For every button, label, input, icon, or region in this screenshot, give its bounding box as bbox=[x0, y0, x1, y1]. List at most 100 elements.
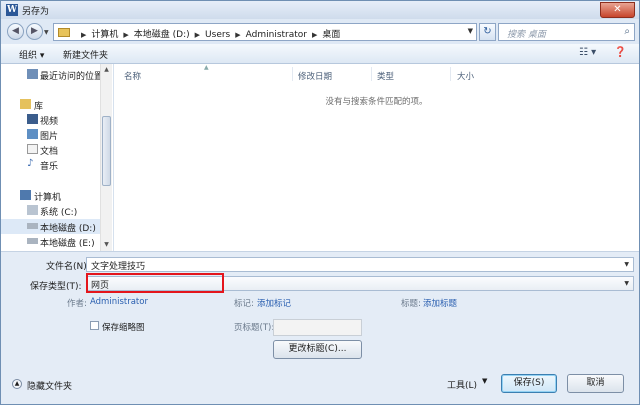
add-tags-link[interactable]: 添加标记 bbox=[257, 297, 291, 309]
filename-dropdown-icon[interactable]: ▼ bbox=[624, 261, 629, 268]
nav-item-label: 音乐 bbox=[40, 162, 59, 172]
nav-item-label: 文档 bbox=[40, 147, 59, 157]
navigation-row: ◀ ▶ ▼ ▶ 计算机 ▶ 本地磁盘 (D:) ▶ Users ▶ Administrator… bbox=[1, 19, 639, 44]
empty-message: 没有与搜索条件匹配的项。 bbox=[325, 97, 428, 107]
breadcrumb: ▶ 计算机 ▶ 本地磁盘 (D:) ▶ Users ▶ Administrator ▶ 桌面 bbox=[76, 27, 340, 40]
nav-item-recent[interactable]: 最近访问的位置 bbox=[1, 67, 104, 82]
save-as-dialog: W 另存为 ✕ ◀ ▶ ▼ ▶ 计算机 ▶ 本地磁盘 (D:) ▶ Users ▶ Admin… bbox=[0, 0, 640, 405]
file-list: ▲ 名称 修改日期 类型 大小 没有与搜索条件匹配的项。 bbox=[114, 64, 639, 251]
breadcrumb-desktop[interactable]: 桌面 bbox=[322, 30, 340, 40]
breadcrumb-separator-icon: ▶ bbox=[81, 31, 87, 39]
breadcrumb-drive-d[interactable]: 本地磁盘 (D:) bbox=[134, 30, 190, 40]
nav-scrollbar[interactable]: ▲ ▼ bbox=[100, 64, 112, 251]
help-icon[interactable]: ❓ bbox=[614, 47, 626, 58]
drive-icon bbox=[27, 223, 38, 229]
documents-icon bbox=[27, 144, 38, 154]
red-highlight-box bbox=[86, 273, 224, 293]
window-title: 另存为 bbox=[22, 7, 50, 17]
nav-item-label: 图片 bbox=[40, 132, 59, 142]
forward-arrow-icon: ▶ bbox=[31, 26, 38, 36]
filename-input[interactable]: 文字处理技巧 ▼ bbox=[86, 257, 634, 272]
back-button[interactable]: ◀ bbox=[7, 23, 24, 40]
command-toolbar: 组织 ▾ 新建文件夹 ☷ ▾ ❓ bbox=[1, 44, 639, 64]
nav-item-label: 本地磁盘 (E:) bbox=[40, 239, 95, 249]
filetype-dropdown-icon[interactable]: ▼ bbox=[624, 280, 629, 287]
address-dropdown-icon[interactable]: ▼ bbox=[468, 27, 473, 35]
search-placeholder: 搜索 桌面 bbox=[507, 30, 546, 40]
breadcrumb-administrator[interactable]: Administrator bbox=[246, 30, 307, 40]
column-divider bbox=[292, 67, 293, 81]
video-icon bbox=[27, 114, 38, 124]
column-header-type[interactable]: 类型 bbox=[377, 70, 394, 82]
filetype-label: 保存类型(T): bbox=[30, 282, 82, 292]
system-drive-icon bbox=[27, 205, 38, 215]
nav-item-documents[interactable]: 文档 bbox=[1, 142, 100, 157]
nav-item-music[interactable]: ♪ 音乐 bbox=[1, 157, 100, 173]
nav-item-label: 计算机 bbox=[34, 193, 62, 203]
nav-item-label: 视频 bbox=[40, 117, 59, 127]
nav-item-label: 库 bbox=[34, 102, 44, 112]
tools-dropdown-icon[interactable]: ▼ bbox=[482, 377, 487, 385]
refresh-button[interactable]: ↻ bbox=[479, 23, 496, 41]
word-app-icon: W bbox=[6, 4, 18, 16]
breadcrumb-separator-icon: ▶ bbox=[194, 31, 201, 39]
nav-item-library[interactable]: 库 bbox=[1, 97, 100, 112]
breadcrumb-separator-icon: ▶ bbox=[123, 31, 129, 39]
close-button[interactable]: ✕ bbox=[600, 2, 635, 18]
view-options-icon[interactable]: ☷ ▾ bbox=[579, 47, 596, 58]
nav-item-drive-c[interactable]: 系统 (C:) bbox=[1, 203, 100, 218]
hide-folders-label: 隐藏文件夹 bbox=[27, 382, 73, 392]
library-icon bbox=[20, 99, 31, 109]
nav-item-label: 本地磁盘 (D:) bbox=[40, 224, 96, 234]
breadcrumb-separator-icon: ▶ bbox=[235, 31, 241, 39]
filename-label: 文件名(N): bbox=[46, 262, 90, 272]
pictures-icon bbox=[27, 129, 38, 139]
save-button[interactable]: 保存(S) bbox=[501, 374, 557, 393]
scroll-up-icon[interactable]: ▲ bbox=[101, 64, 112, 75]
breadcrumb-users[interactable]: Users bbox=[205, 30, 230, 40]
folder-icon bbox=[58, 28, 70, 37]
column-divider bbox=[371, 67, 372, 81]
forward-button[interactable]: ▶ bbox=[26, 23, 43, 40]
nav-item-pictures[interactable]: 图片 bbox=[1, 127, 100, 142]
filename-value: 文字处理技巧 bbox=[91, 262, 146, 272]
nav-item-drive-d[interactable]: 本地磁盘 (D:) bbox=[1, 219, 100, 234]
nav-item-label: 系统 (C:) bbox=[40, 208, 78, 218]
nav-item-computer[interactable]: 计算机 bbox=[1, 188, 100, 203]
change-title-button[interactable]: 更改标题(C)... bbox=[273, 340, 362, 359]
collapse-icon: ▲ bbox=[12, 379, 22, 389]
author-label: 作者: bbox=[67, 299, 87, 309]
breadcrumb-computer[interactable]: 计算机 bbox=[91, 30, 118, 40]
back-arrow-icon: ◀ bbox=[12, 26, 19, 36]
address-bar[interactable]: ▶ 计算机 ▶ 本地磁盘 (D:) ▶ Users ▶ Administrator ▶ 桌面 ▼ bbox=[53, 23, 477, 41]
search-input[interactable]: 搜索 桌面 ⌕ bbox=[498, 23, 635, 41]
recent-pages-dropdown-icon[interactable]: ▼ bbox=[44, 29, 49, 36]
nav-item-label: 最近访问的位置 bbox=[40, 72, 104, 82]
column-divider bbox=[450, 67, 451, 81]
column-header-name[interactable]: 名称 bbox=[124, 70, 141, 82]
sort-arrow-icon: ▲ bbox=[204, 64, 209, 71]
save-thumbnail-checkbox[interactable] bbox=[90, 321, 99, 330]
page-title-label: 页标题(T): bbox=[234, 323, 275, 333]
nav-item-videos[interactable]: 视频 bbox=[1, 112, 100, 127]
drive-icon bbox=[27, 238, 38, 244]
tags-label: 标记: bbox=[234, 299, 254, 309]
tools-menu[interactable]: 工具(L) bbox=[447, 378, 477, 391]
refresh-icon: ↻ bbox=[483, 26, 492, 37]
recent-places-icon bbox=[27, 69, 38, 79]
breadcrumb-separator-icon: ▶ bbox=[312, 31, 318, 39]
scrollbar-thumb[interactable] bbox=[102, 116, 111, 186]
column-header-size[interactable]: 大小 bbox=[457, 70, 474, 82]
new-folder-button[interactable]: 新建文件夹 bbox=[63, 48, 108, 61]
cancel-button[interactable]: 取消 bbox=[567, 374, 624, 393]
title-bar: W 另存为 ✕ bbox=[1, 1, 639, 19]
organize-menu[interactable]: 组织 ▾ bbox=[19, 48, 44, 61]
scroll-down-icon[interactable]: ▼ bbox=[101, 239, 112, 250]
author-value[interactable]: Administrator bbox=[90, 297, 148, 307]
page-title-field bbox=[273, 319, 362, 336]
content-area: 最近访问的位置 库 视频 图片 文档 ♪ 音乐 计算机 系统 (C:) 本地磁盘… bbox=[1, 64, 639, 251]
add-title-link[interactable]: 添加标题 bbox=[423, 297, 457, 309]
nav-item-drive-e[interactable]: 本地磁盘 (E:) bbox=[1, 234, 100, 249]
save-thumbnail-label: 保存缩略图 bbox=[102, 323, 145, 333]
column-header-modified[interactable]: 修改日期 bbox=[298, 70, 332, 82]
